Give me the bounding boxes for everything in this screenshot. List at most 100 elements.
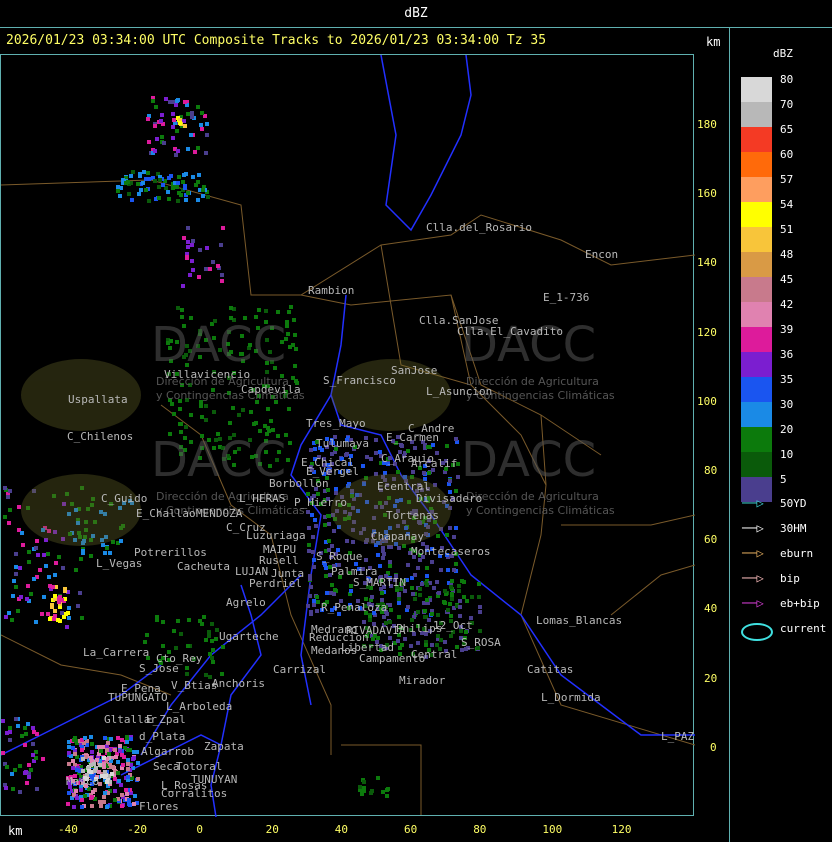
reflectivity-cell	[8, 489, 12, 493]
place-label: La_Carrera	[83, 646, 150, 659]
legend-value: 48	[780, 248, 794, 261]
reflectivity-cell	[207, 630, 211, 634]
reflectivity-cell	[204, 673, 208, 677]
reflectivity-cell	[14, 572, 18, 576]
place-label: Uspallata	[68, 393, 128, 406]
reflectivity-cell	[327, 514, 331, 518]
reflectivity-cell	[443, 589, 447, 593]
reflectivity-cell	[450, 597, 454, 601]
y-tick-label: 160	[697, 187, 717, 201]
reflectivity-cell	[175, 129, 179, 133]
reflectivity-cell	[288, 345, 292, 349]
reflectivity-cell	[201, 194, 205, 198]
reflectivity-cell	[276, 310, 280, 314]
reflectivity-cell	[79, 557, 83, 561]
reflectivity-cell	[126, 775, 130, 779]
reflectivity-cell	[204, 267, 208, 271]
reflectivity-cell	[427, 471, 431, 475]
reflectivity-cell	[136, 182, 140, 186]
place-label: Borbollon	[269, 477, 329, 490]
reflectivity-cell	[113, 789, 117, 793]
reflectivity-cell	[161, 620, 165, 624]
reflectivity-cell	[27, 560, 31, 564]
reflectivity-cell	[183, 100, 187, 104]
reflectivity-cell	[14, 717, 18, 721]
reflectivity-cell	[133, 794, 137, 798]
reflectivity-cell	[196, 180, 200, 184]
watermark-brand: DACC	[461, 432, 597, 488]
reflectivity-cell	[386, 787, 390, 791]
place-label: S_Jose	[139, 662, 179, 675]
reflectivity-cell	[237, 413, 241, 417]
reflectivity-cell	[435, 643, 439, 647]
reflectivity-cell	[308, 577, 312, 581]
reflectivity-cell	[71, 746, 75, 750]
place-label: S_Francisco	[323, 374, 396, 387]
reflectivity-cell	[220, 279, 224, 283]
reflectivity-cell	[478, 629, 482, 633]
place-label: Rambion	[308, 284, 355, 297]
window-title: dBZ	[0, 0, 832, 28]
reflectivity-cell	[176, 149, 180, 153]
reflectivity-cell	[172, 118, 176, 122]
reflectivity-cell	[210, 656, 214, 660]
reflectivity-cell	[458, 614, 462, 618]
reflectivity-cell	[418, 558, 422, 562]
legend-value: 5	[780, 473, 787, 486]
reflectivity-cell	[7, 521, 11, 525]
place-label: Clla.El_Cavadito	[457, 325, 563, 338]
reflectivity-cell	[172, 629, 176, 633]
reflectivity-cell	[420, 582, 424, 586]
track-arrow-icon: ──▷	[742, 521, 764, 535]
reflectivity-cell	[46, 612, 50, 616]
reflectivity-cell	[66, 611, 70, 615]
reflectivity-cell	[32, 730, 36, 734]
reflectivity-cell	[454, 562, 458, 566]
reflectivity-cell	[99, 749, 103, 753]
reflectivity-cell	[202, 615, 206, 619]
reflectivity-cell	[446, 608, 450, 612]
reflectivity-cell	[24, 770, 28, 774]
reflectivity-cell	[106, 741, 110, 745]
place-label: Carrizal	[273, 663, 326, 676]
reflectivity-cell	[179, 193, 183, 197]
reflectivity-cell	[14, 552, 18, 556]
reflectivity-cell	[167, 176, 171, 180]
reflectivity-cell	[186, 245, 190, 249]
reflectivity-cell	[17, 505, 21, 509]
reflectivity-cell	[311, 550, 315, 554]
x-tick-label: 80	[473, 823, 487, 836]
reflectivity-cell	[437, 591, 441, 595]
reflectivity-cell	[204, 418, 208, 422]
reflectivity-cell	[18, 566, 22, 570]
reflectivity-cell	[42, 553, 46, 557]
reflectivity-cell	[12, 579, 16, 583]
reflectivity-cell	[460, 579, 464, 583]
reflectivity-cell	[51, 585, 55, 589]
reflectivity-cell	[73, 752, 77, 756]
reflectivity-cell	[5, 765, 9, 769]
reflectivity-cell	[266, 407, 270, 411]
track-arrow-icon: ──▷	[742, 596, 764, 610]
reflectivity-cell	[11, 787, 15, 791]
legend-swatch	[741, 227, 772, 252]
place-label: L_PAZ	[661, 730, 695, 743]
radar-map[interactable]: DACC Dirección de Agricultura y Continge…	[0, 54, 695, 817]
reflectivity-cell	[362, 780, 366, 784]
reflectivity-cell	[478, 610, 482, 614]
reflectivity-cell	[185, 255, 189, 259]
reflectivity-cell	[308, 594, 312, 598]
reflectivity-cell	[349, 589, 353, 593]
reflectivity-cell	[454, 526, 458, 530]
reflectivity-cell	[131, 170, 135, 174]
legend-value: 35	[780, 373, 794, 386]
reflectivity-cell	[430, 643, 434, 647]
reflectivity-cell	[249, 410, 253, 414]
reflectivity-cell	[287, 407, 291, 411]
reflectivity-cell	[180, 308, 184, 312]
place-label: Montecaseros	[411, 545, 491, 558]
reflectivity-cell	[369, 791, 373, 795]
reflectivity-cell	[185, 672, 189, 676]
place-label: Tulumaya	[316, 437, 369, 450]
reflectivity-cell	[108, 551, 112, 555]
